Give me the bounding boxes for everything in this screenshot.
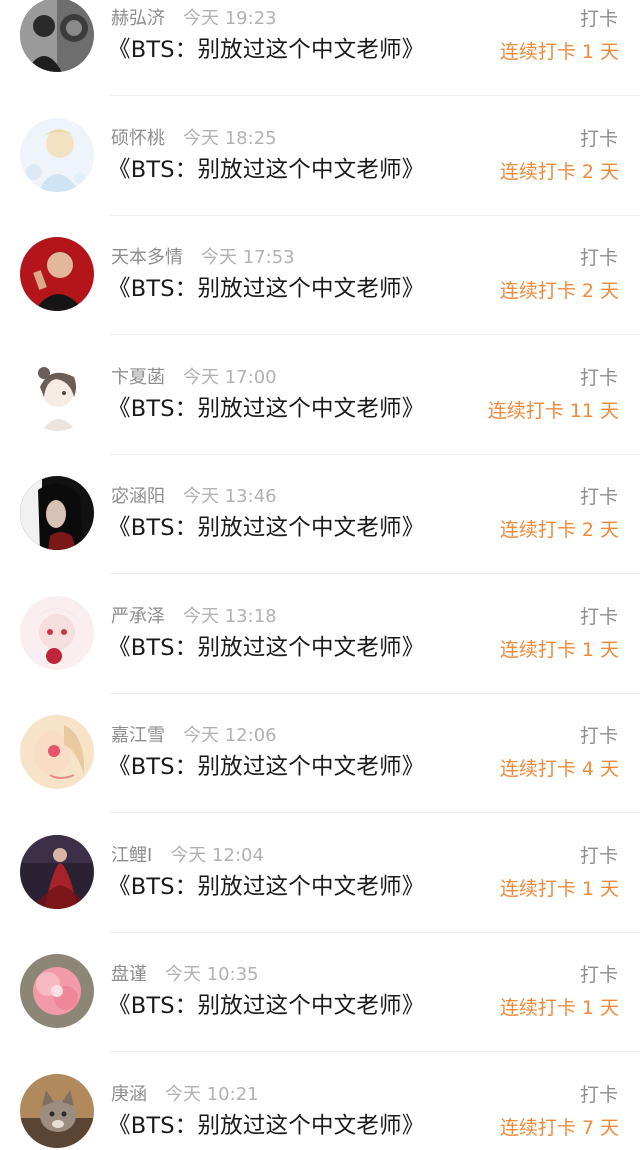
avatar-pastel-illustration <box>20 117 94 192</box>
course-title[interactable]: 《BTS：别放过这个中文老师》 <box>108 393 424 425</box>
avatar-red-dress <box>20 834 94 909</box>
divider <box>110 812 640 813</box>
timestamp: 今天 17:00 <box>183 366 277 388</box>
timestamp: 今天 12:04 <box>170 844 264 866</box>
list-item[interactable]: 嘉江雪 今天 12:06 《BTS：别放过这个中文老师》 打卡 连续打卡 4 天 <box>0 695 640 815</box>
avatar-sketch-girl <box>20 356 94 431</box>
streak-label: 连续打卡 1 天 <box>499 997 619 1019</box>
timestamp: 今天 12:06 <box>183 725 277 746</box>
course-title[interactable]: 《BTS：别放过这个中文老师》 <box>108 871 424 903</box>
list-item[interactable]: 硕怀桃 今天 18:25 《BTS：别放过这个中文老师》 打卡 连续打卡 2 天 <box>0 98 640 218</box>
checkin-label: 打卡 <box>579 486 618 508</box>
checkin-label: 打卡 <box>579 247 618 269</box>
divider <box>110 931 640 933</box>
course-title[interactable]: 《BTS：别放过这个中文老师》 <box>108 154 424 186</box>
checkin-label: 打卡 <box>579 964 618 986</box>
avatar[interactable] <box>20 237 94 311</box>
timestamp: 今天 18:25 <box>183 127 277 149</box>
timestamp: 今天 17:53 <box>201 247 295 268</box>
divider <box>110 453 640 455</box>
streak-label: 连续打卡 7 天 <box>499 1116 619 1139</box>
course-title[interactable]: 《BTS：别放过这个中文老师》 <box>108 632 424 664</box>
streak-label: 连续打卡 1 天 <box>499 41 619 63</box>
username[interactable]: 卞夏菡 <box>111 367 165 388</box>
list-item[interactable]: 庚涵 今天 10:21 《BTS：别放过这个中文老师》 打卡 连续打卡 7 天 <box>0 1054 640 1150</box>
avatar[interactable] <box>20 356 94 431</box>
divider <box>110 95 640 96</box>
list-item[interactable]: 盘谨 今天 10:35 《BTS：别放过这个中文老师》 打卡 连续打卡 1 天 <box>0 934 640 1054</box>
course-title[interactable]: 《BTS：别放过这个中文老师》 <box>108 273 424 305</box>
divider <box>110 334 640 335</box>
timestamp: 今天 13:46 <box>183 486 277 507</box>
avatar[interactable] <box>20 715 94 789</box>
username[interactable]: 宓涵阳 <box>111 486 165 507</box>
streak-label: 连续打卡 1 天 <box>499 877 619 900</box>
timestamp: 今天 13:18 <box>183 605 277 627</box>
list-item[interactable]: 天本多情 今天 17:53 《BTS：别放过这个中文老师》 打卡 连续打卡 2 天 <box>0 217 640 337</box>
avatar-pink-doll <box>20 595 94 670</box>
avatar[interactable] <box>20 954 94 1028</box>
username[interactable]: 江鲤Ⅰ <box>111 845 152 866</box>
streak-label: 连续打卡 11 天 <box>487 399 619 422</box>
list-item[interactable]: 赫弘济 今天 19:23 《BTS：别放过这个中文老师》 打卡 连续打卡 1 天 <box>0 0 640 98</box>
course-title[interactable]: 《BTS：别放过这个中文老师》 <box>108 751 424 783</box>
list-item[interactable]: 卞夏菡 今天 17:00 《BTS：别放过这个中文老师》 打卡 连续打卡 11 天 <box>0 337 640 457</box>
divider <box>110 214 640 216</box>
avatar-pink-flower <box>20 954 94 1028</box>
checkin-label: 打卡 <box>579 725 618 747</box>
checkin-label: 打卡 <box>579 844 618 867</box>
avatar[interactable] <box>20 0 94 72</box>
username[interactable]: 天本多情 <box>111 247 183 268</box>
avatar-cat <box>20 1073 94 1148</box>
streak-label: 连续打卡 2 天 <box>499 160 619 183</box>
username[interactable]: 庚涵 <box>111 1084 147 1105</box>
streak-label: 连续打卡 2 天 <box>499 280 619 302</box>
timestamp: 今天 19:23 <box>183 8 277 29</box>
divider <box>110 573 640 574</box>
checkin-label: 打卡 <box>579 605 618 628</box>
timestamp: 今天 10:35 <box>165 964 259 985</box>
checkin-feed: 赫弘济 今天 19:23 《BTS：别放过这个中文老师》 打卡 连续打卡 1 天 … <box>0 0 640 1150</box>
course-title[interactable]: 《BTS：别放过这个中文老师》 <box>108 990 424 1022</box>
avatar-dark-portrait <box>20 0 94 72</box>
checkin-label: 打卡 <box>579 8 618 30</box>
course-title[interactable]: 《BTS：别放过这个中文老师》 <box>108 1110 424 1142</box>
username[interactable]: 硕怀桃 <box>111 128 165 149</box>
course-title[interactable]: 《BTS：别放过这个中文老师》 <box>108 512 424 544</box>
list-item[interactable]: 严承泽 今天 13:18 《BTS：别放过这个中文老师》 打卡 连续打卡 1 天 <box>0 576 640 696</box>
streak-label: 连续打卡 1 天 <box>499 638 619 661</box>
course-title[interactable]: 《BTS：别放过这个中文老师》 <box>108 34 424 66</box>
checkin-label: 打卡 <box>579 1083 618 1106</box>
list-item[interactable]: 宓涵阳 今天 13:46 《BTS：别放过这个中文老师》 打卡 连续打卡 2 天 <box>0 456 640 576</box>
avatar[interactable] <box>20 476 94 550</box>
username[interactable]: 赫弘济 <box>111 8 165 29</box>
username[interactable]: 嘉江雪 <box>111 725 165 746</box>
timestamp: 今天 10:21 <box>165 1083 259 1105</box>
checkin-label: 打卡 <box>579 127 618 150</box>
avatar-peach-illustration <box>20 715 94 789</box>
list-item[interactable]: 江鲤Ⅰ 今天 12:04 《BTS：别放过这个中文老师》 打卡 连续打卡 1 天 <box>0 815 640 935</box>
divider <box>110 692 640 694</box>
avatar[interactable] <box>20 595 94 670</box>
divider <box>110 1051 640 1052</box>
checkin-label: 打卡 <box>579 366 618 389</box>
avatar[interactable] <box>20 834 94 909</box>
username[interactable]: 严承泽 <box>111 606 165 627</box>
streak-label: 连续打卡 4 天 <box>499 758 619 780</box>
avatar[interactable] <box>20 117 94 192</box>
username[interactable]: 盘谨 <box>111 964 147 985</box>
streak-label: 连续打卡 2 天 <box>499 519 619 541</box>
avatar[interactable] <box>20 1073 94 1148</box>
avatar-dark-hair <box>20 476 94 550</box>
avatar-red-portrait <box>20 237 94 311</box>
